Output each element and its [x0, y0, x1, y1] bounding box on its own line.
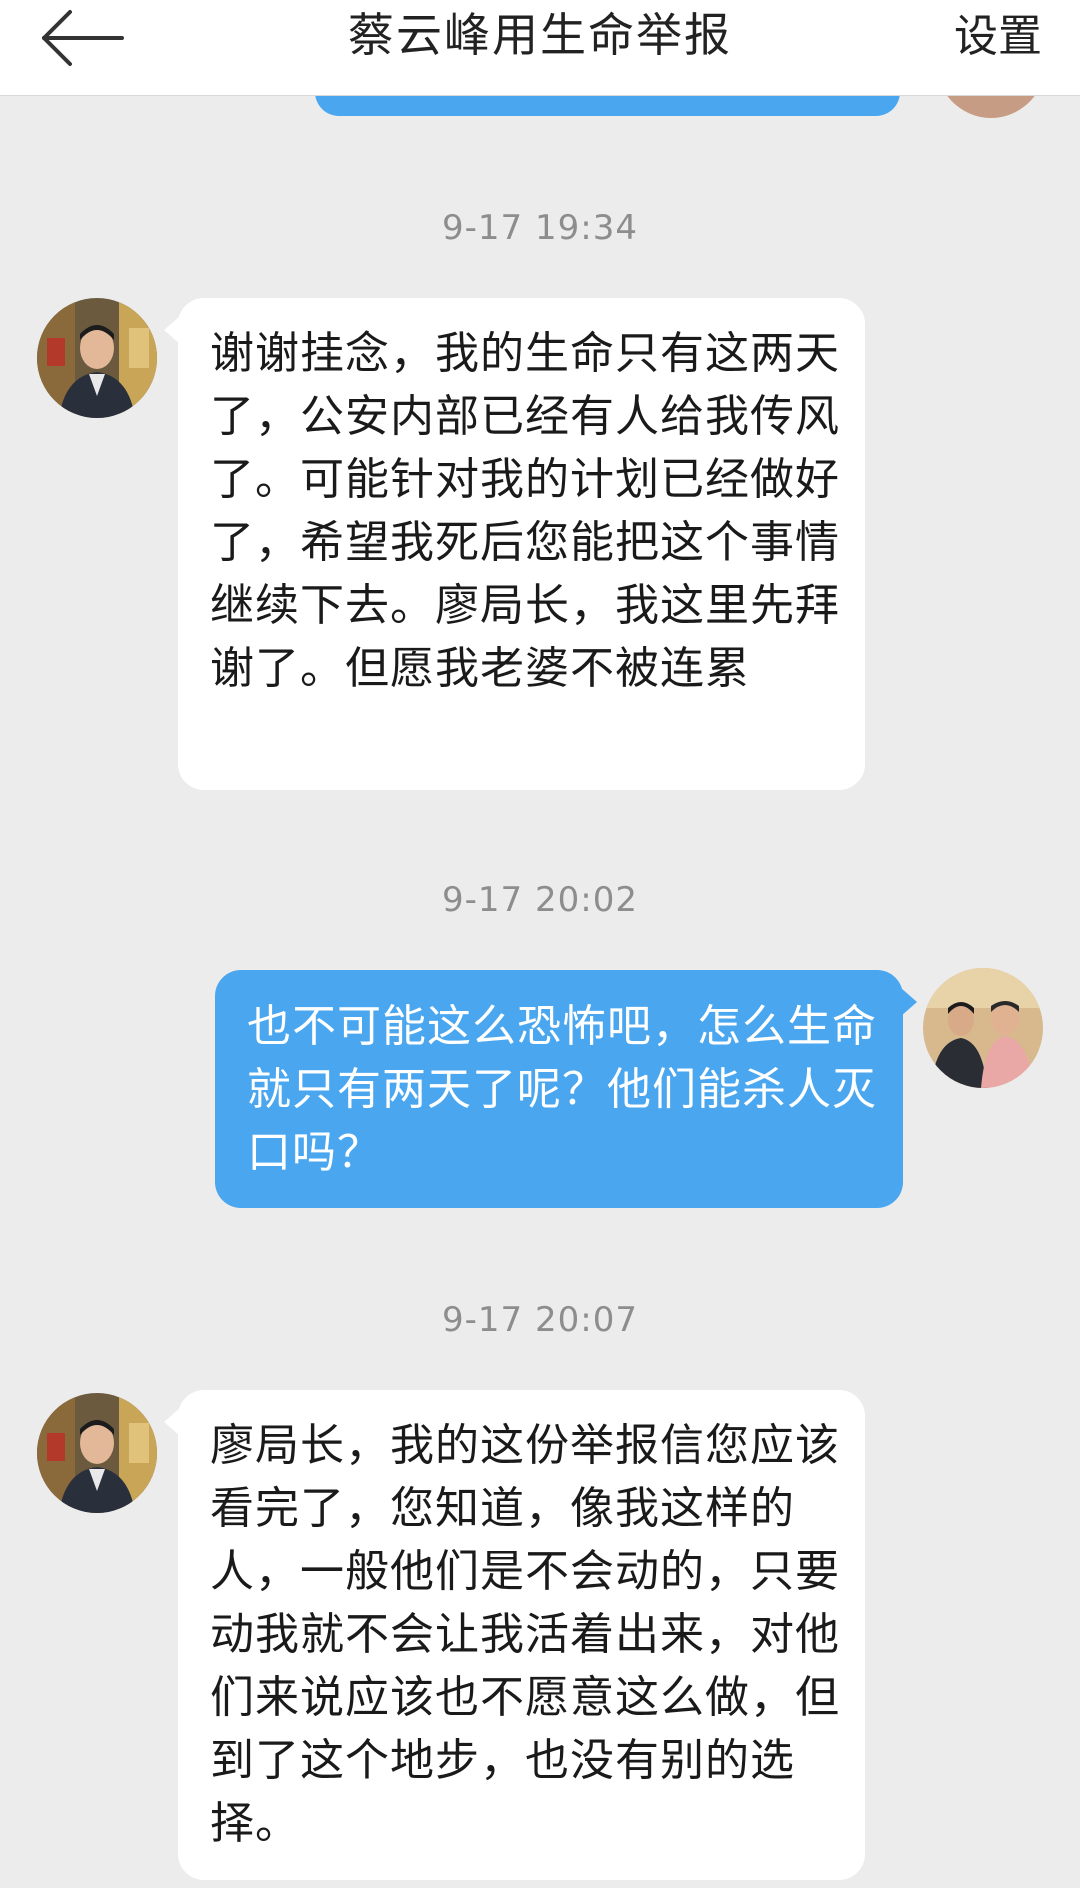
- arrow-left-icon: [42, 10, 124, 66]
- message-bubble-outgoing[interactable]: 也不可能这么恐怖吧，怎么生命就只有两天了呢？他们能杀人灭口吗？: [215, 970, 917, 1208]
- message-text: 也不可能这么恐怖吧，怎么生命就只有两天了呢？他们能杀人灭口吗？: [247, 1001, 877, 1178]
- message-bubble-incoming[interactable]: 谢谢挂念，我的生命只有这两天了，公安内部已经有人给我传风了。可能针对我的计划已经…: [164, 298, 865, 790]
- settings-button[interactable]: 设置: [954, 8, 1042, 66]
- chat-header: 蔡云峰用生命举报 设置: [0, 0, 1080, 96]
- message-timestamp: 9-17 19:34: [442, 208, 638, 248]
- message-text: 谢谢挂念，我的生命只有这两天了，公安内部已经有人给我传风了。可能针对我的计划已经…: [210, 328, 840, 694]
- message-bubble-incoming[interactable]: 廖局长，我的这份举报信您应该看完了，您知道，像我这样的人，一般他们是不会动的，只…: [164, 1390, 865, 1880]
- avatar-self[interactable]: [923, 968, 1043, 1088]
- message-text: 廖局长，我的这份举报信您应该看完了，您知道，像我这样的人，一般他们是不会动的，只…: [210, 1420, 840, 1849]
- back-button[interactable]: [38, 8, 128, 68]
- message-timestamp: 9-17 20:02: [442, 880, 638, 920]
- avatar-contact[interactable]: [37, 298, 157, 418]
- page-title: 蔡云峰用生命举报: [348, 8, 732, 62]
- avatar-contact[interactable]: [37, 1393, 157, 1513]
- message-timestamp: 9-17 20:07: [442, 1300, 638, 1340]
